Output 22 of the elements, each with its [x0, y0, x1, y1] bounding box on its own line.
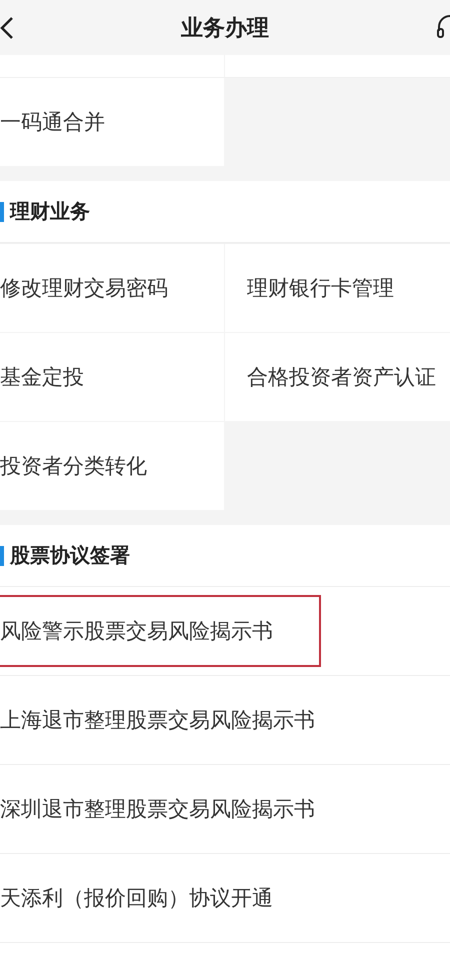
list-item[interactable]: 深圳退市整理股票交易风险揭示书 — [0, 773, 363, 845]
back-icon[interactable] — [0, 16, 14, 40]
item-label: 基金定投 — [0, 364, 84, 391]
item-label: 理财银行卡管理 — [247, 275, 394, 302]
section-title: 股票协议签署 — [10, 542, 130, 569]
item-label: 修改理财交易密码 — [0, 275, 168, 302]
grid-item[interactable]: 合格投资者资产认证 — [225, 333, 450, 421]
grid-item[interactable]: 理财银行卡管理 — [225, 244, 450, 332]
grid-item[interactable]: 一码通合并 — [0, 78, 224, 166]
grid-item[interactable]: 修改理财交易密码 — [0, 244, 224, 332]
item-label: 合格投资者资产认证 — [247, 364, 436, 391]
section-marker — [0, 202, 4, 222]
section-title: 理财业务 — [10, 198, 90, 225]
grid-item[interactable]: 投资者分类转化 — [0, 422, 224, 510]
list-item[interactable]: 天添利（报价回购）协议开通 — [0, 862, 321, 934]
page-title: 业务办理 — [181, 14, 269, 42]
grid-item[interactable]: 基金定投 — [0, 333, 224, 421]
list-item[interactable]: 上海退市整理股票交易风险揭示书 — [0, 684, 363, 756]
list-item[interactable]: 风险警示股票交易风险揭示书 — [0, 595, 321, 667]
section-marker — [0, 546, 4, 566]
item-label: 一码通合并 — [0, 109, 105, 136]
item-label: 投资者分类转化 — [0, 453, 147, 480]
